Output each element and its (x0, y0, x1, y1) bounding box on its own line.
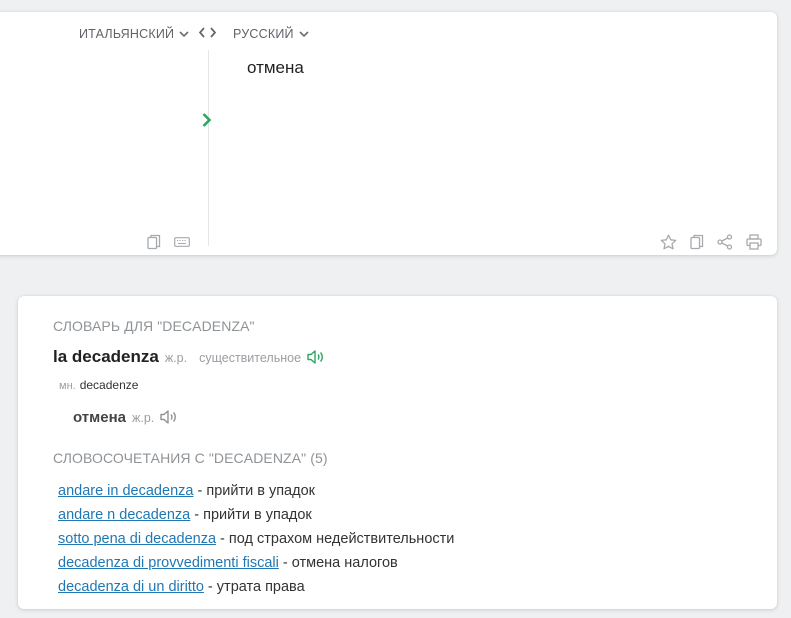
print-button[interactable] (746, 234, 762, 250)
favorite-button[interactable] (660, 234, 677, 250)
phrase-link[interactable]: andare in decadenza (58, 483, 193, 499)
dictionary-entry: la decadenza ж.р. существительное (53, 347, 325, 367)
phrases-title: СЛОВОСОЧЕТАНИЯ С "DECADENZA" (5) (53, 450, 328, 466)
printer-icon (746, 234, 762, 250)
dictionary-panel: СЛОВАРЬ ДЛЯ "DECADENZA" la decadenza ж.р… (18, 296, 777, 609)
translate-button[interactable] (201, 112, 213, 133)
phrase-link[interactable]: sotto pena di decadenza (58, 531, 216, 547)
phrase-translation: утрата права (216, 579, 305, 595)
swap-languages-button[interactable] (198, 26, 217, 44)
virtual-keyboard-button[interactable] (174, 237, 190, 247)
translator-panel: ИТАЛЬЯНСКИЙ РУССКИЙ отмена (0, 12, 777, 255)
phrase-item: andare in decadenza - прийти в упадок (58, 479, 454, 503)
source-language-selector[interactable]: ИТАЛЬЯНСКИЙ (79, 27, 189, 41)
plural-form: мн. decadenze (59, 378, 138, 392)
copy-source-button[interactable] (147, 234, 161, 250)
source-language-label: ИТАЛЬЯНСКИЙ (79, 27, 175, 41)
share-button[interactable] (717, 234, 733, 250)
phrase-item: decadenza di provvedimenti fiscali - отм… (58, 551, 454, 575)
phrase-translation: отмена налогов (291, 555, 398, 571)
speaker-icon (307, 350, 323, 364)
phrase-translation: прийти в упадок (206, 483, 315, 499)
dictionary-title: СЛОВАРЬ ДЛЯ "DECADENZA" (53, 318, 255, 334)
keyboard-icon (174, 237, 190, 247)
phrase-item: sotto pena di decadenza - под страхом не… (58, 527, 454, 551)
phrase-separator: - (203, 579, 217, 595)
translation-word: отмена (73, 409, 126, 426)
phrase-separator: - (278, 555, 292, 571)
entry-gender: ж.р. (164, 351, 188, 365)
plural-word: decadenze (79, 378, 139, 392)
chevron-down-icon (299, 30, 309, 37)
target-language-label: РУССКИЙ (233, 27, 294, 41)
listen-translation-button[interactable] (160, 410, 178, 429)
phrase-translation: прийти в упадок (203, 507, 312, 523)
chevron-down-icon (179, 30, 189, 37)
phrase-link[interactable]: andare n decadenza (58, 507, 190, 523)
phrase-separator: - (216, 531, 229, 547)
speaker-icon (160, 410, 177, 424)
star-icon (660, 234, 677, 250)
phrase-item: andare n decadenza - прийти в упадок (58, 503, 454, 527)
chevron-right-icon (202, 113, 212, 127)
plural-label: мн. (59, 380, 76, 392)
phrase-link[interactable]: decadenza di un diritto (58, 579, 204, 595)
share-icon (717, 234, 733, 250)
copy-icon (690, 234, 704, 250)
translation-gender: ж.р. (131, 411, 155, 425)
target-language-selector[interactable]: РУССКИЙ (233, 27, 309, 41)
entry-part-of-speech: существительное (199, 351, 302, 365)
entry-word: la decadenza (53, 347, 159, 366)
phrase-link[interactable]: decadenza di provvedimenti fiscali (58, 555, 279, 571)
swap-icon (198, 27, 217, 38)
panel-divider (208, 50, 209, 246)
translation-output: отмена (247, 58, 304, 77)
listen-entry-button[interactable] (307, 350, 325, 369)
phrase-separator: - (190, 507, 204, 523)
phrase-translation: под страхом недействительности (228, 531, 455, 547)
translation-entry: отмена ж.р. (73, 408, 178, 427)
phrase-item: decadenza di un diritto - утрата права (58, 575, 454, 599)
phrases-list: andare in decadenza - прийти в упадок an… (58, 479, 454, 599)
copy-icon (147, 234, 161, 250)
phrase-separator: - (193, 483, 207, 499)
copy-translation-button[interactable] (690, 234, 704, 250)
